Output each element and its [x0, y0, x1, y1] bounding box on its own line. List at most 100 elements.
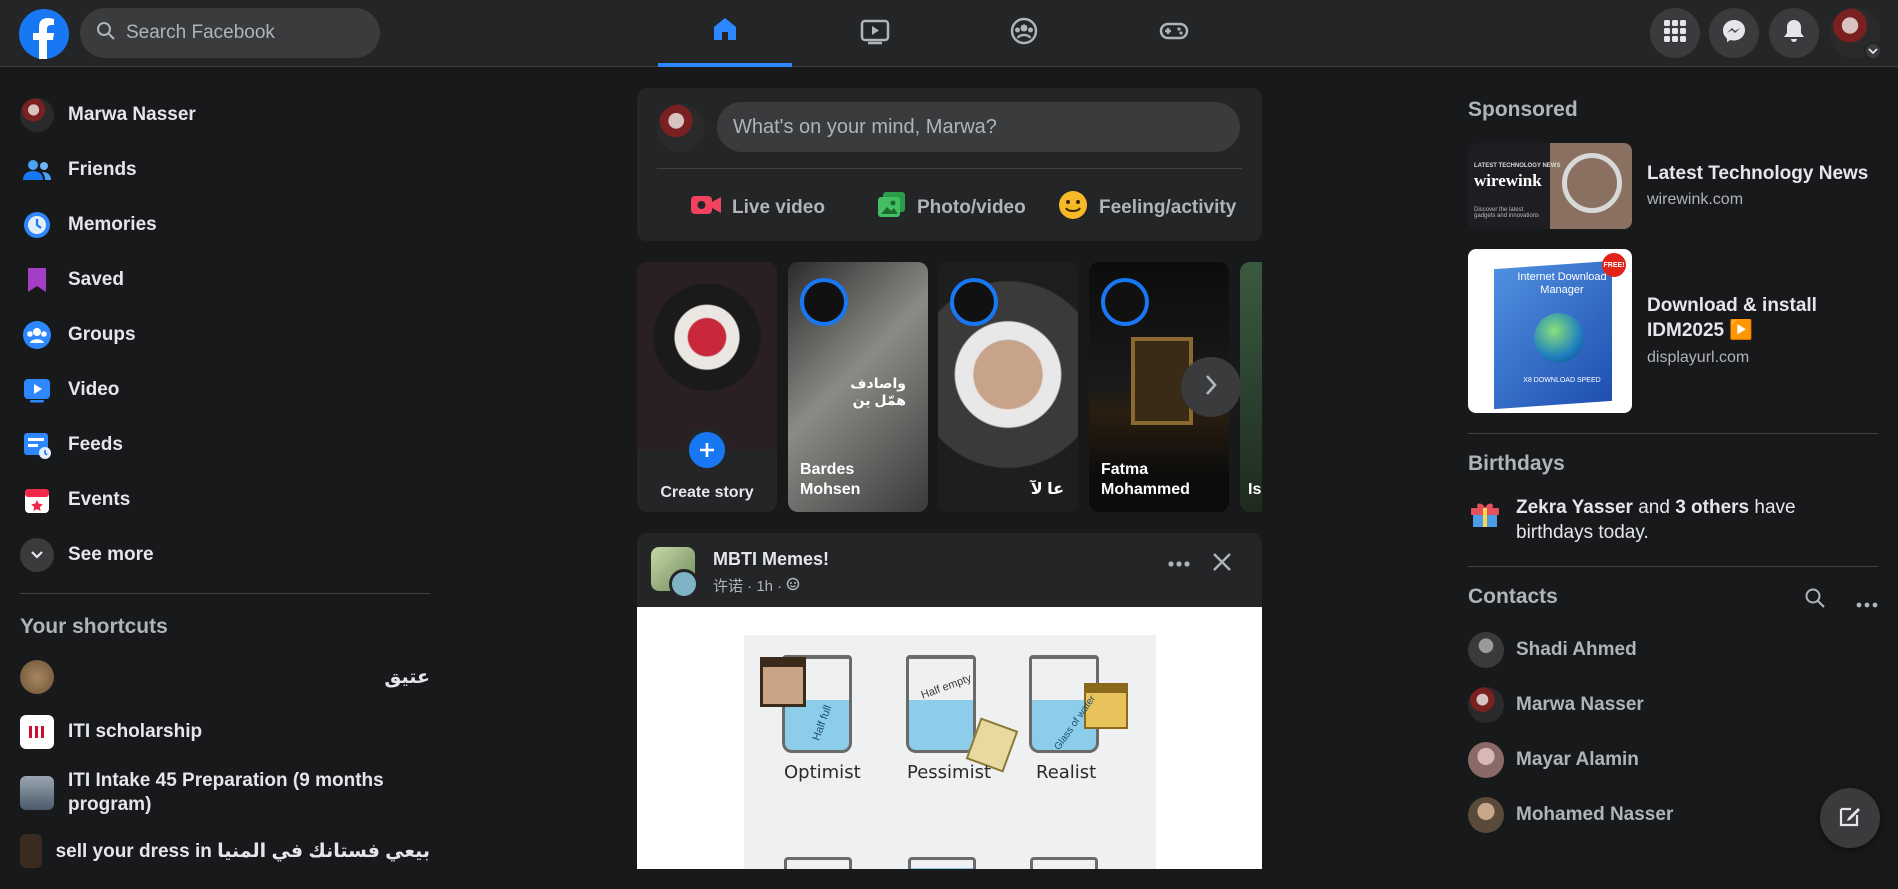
smiley-icon	[1057, 189, 1089, 227]
create-story-card[interactable]: Create story	[637, 262, 777, 512]
feed-post: MBTI Memes! 许诺 · 1h · Half full Half emp…	[637, 533, 1262, 869]
gaming-icon	[1158, 16, 1190, 51]
messenger-button[interactable]	[1709, 8, 1759, 58]
more-icon	[1167, 555, 1191, 572]
bookmark-icon	[20, 263, 54, 297]
ad-item[interactable]: Internet Download Manager X8 DOWNLOAD SP…	[1468, 249, 1867, 413]
right-divider	[1468, 566, 1878, 567]
contact-name: Shadi Ahmed	[1516, 639, 1637, 660]
ad-item[interactable]: LATEST TECHNOLOGY NEWS wirewink Discover…	[1468, 143, 1868, 229]
shortcut-item[interactable]: sell your dress in بيعي فستانك في المنيا	[20, 829, 430, 873]
sidebar-item-groups[interactable]: Groups	[20, 313, 136, 357]
shortcut-item[interactable]: ITI scholarship	[20, 710, 202, 754]
contact-item[interactable]: Mohamed Nasser	[1468, 793, 1673, 837]
live-video-icon	[690, 193, 722, 223]
shortcut-thumbnail	[20, 776, 54, 810]
sidebar-item-video[interactable]: Video	[20, 368, 119, 412]
free-badge: FREE!	[1602, 253, 1626, 277]
shortcut-thumbnail	[20, 834, 42, 868]
hide-post-button[interactable]	[1211, 551, 1233, 578]
see-more-button[interactable]: See more	[20, 533, 154, 577]
feeling-activity-button[interactable]: Feeling/activity	[1057, 186, 1236, 230]
live-video-button[interactable]: Live video	[690, 186, 825, 230]
tab-home[interactable]	[658, 0, 792, 67]
shortcut-label: ITI Intake 45 Preparation (9 months prog…	[68, 770, 384, 815]
tab-gaming[interactable]	[1107, 0, 1241, 67]
story-photo	[637, 262, 777, 450]
audience-icon	[786, 577, 800, 595]
sidebar-item-events[interactable]: Events	[20, 478, 130, 522]
sidebar-item-label: Groups	[68, 324, 136, 345]
shortcut-item[interactable]: ITI Intake 45 Preparation (9 months prog…	[20, 765, 430, 821]
ad-thumb-title: Internet Download Manager	[1517, 271, 1607, 296]
ad-thumb-sub: Discover the latest gadgets and innovati…	[1474, 207, 1540, 219]
sidebar-item-feeds[interactable]: Feeds	[20, 423, 123, 467]
action-label: Live video	[732, 197, 825, 218]
photo-video-button[interactable]: Photo/video	[877, 186, 1026, 230]
video-icon	[20, 373, 54, 407]
tab-video[interactable]	[808, 0, 942, 67]
meme-panel: Half full Half empty Glass of water Opti…	[744, 635, 1156, 869]
new-message-button[interactable]	[1820, 788, 1880, 848]
sidebar-item-label: Video	[68, 379, 120, 400]
ad-domain: wirewink.com	[1647, 191, 1744, 208]
notifications-button[interactable]	[1769, 8, 1819, 58]
sidebar-item-friends[interactable]: Friends	[20, 148, 137, 192]
search-bar[interactable]	[80, 8, 380, 58]
menu-button[interactable]	[1650, 8, 1700, 58]
calendar-icon	[20, 483, 54, 517]
account-button[interactable]	[1830, 8, 1882, 60]
contact-item[interactable]: Marwa Nasser	[1468, 683, 1644, 727]
shortcut-label: ITI scholarship	[68, 721, 203, 742]
profile-name: Marwa Nasser	[68, 104, 196, 125]
sidebar-item-profile[interactable]: Marwa Nasser	[20, 93, 196, 137]
groups-icon	[1009, 16, 1039, 51]
clock-icon	[20, 208, 54, 242]
contacts-search-button[interactable]	[1804, 587, 1826, 614]
birthday-notice[interactable]: Zekra Yasser and 3 others have birthdays…	[1468, 495, 1878, 545]
contacts-title: Contacts	[1468, 585, 1558, 608]
story-card[interactable]: Is	[1240, 262, 1262, 512]
glass-pessimist	[906, 655, 976, 753]
post-options-button[interactable]	[1167, 555, 1191, 573]
chevron-right-icon	[1204, 374, 1218, 401]
avatar	[950, 278, 998, 326]
post-group-name[interactable]: MBTI Memes!	[713, 549, 829, 570]
avatar	[1101, 278, 1149, 326]
story-author: عا لآ	[1030, 481, 1064, 498]
see-more-label: See more	[68, 544, 154, 565]
top-navigation-bar	[0, 0, 1898, 67]
facebook-logo-icon[interactable]	[19, 9, 69, 59]
avatar	[20, 98, 54, 132]
birthday-text: Zekra Yasser and 3 others have birthdays…	[1516, 495, 1876, 545]
avatar	[669, 569, 699, 599]
contact-name: Marwa Nasser	[1516, 694, 1644, 715]
glass-row-2	[1030, 857, 1098, 869]
chevron-down-icon	[1864, 42, 1882, 60]
ad-title: Download & install IDM2025 ▶️	[1647, 295, 1817, 341]
post-meta: 许诺 · 1h ·	[713, 575, 800, 596]
contact-item[interactable]: Shadi Ahmed	[1468, 628, 1637, 672]
ad-thumb-caption: LATEST TECHNOLOGY NEWS	[1474, 163, 1561, 169]
contacts-options-button[interactable]	[1856, 595, 1878, 613]
search-icon	[96, 21, 116, 46]
composer-input[interactable]: What's on your mind, Marwa?	[717, 102, 1240, 152]
avatar	[1468, 632, 1504, 668]
stories-next-button[interactable]	[1181, 357, 1241, 417]
messenger-icon	[1721, 18, 1747, 49]
meme-label: Optimist	[784, 762, 861, 783]
friends-icon	[20, 153, 54, 187]
contact-item[interactable]: Mayar Alamin	[1468, 738, 1639, 782]
search-input[interactable]	[126, 22, 356, 44]
story-overlay-text: واصادف همّل ين	[850, 375, 906, 408]
shortcut-item[interactable]: عتيق	[20, 655, 430, 699]
story-card[interactable]: واصادف همّل ين Bardes Mohsen	[788, 262, 928, 512]
tab-groups[interactable]	[957, 0, 1091, 67]
video-icon	[859, 16, 891, 51]
sidebar-item-label: Friends	[68, 159, 137, 180]
action-label: Feeling/activity	[1099, 197, 1237, 218]
sidebar-item-saved[interactable]: Saved	[20, 258, 124, 302]
sidebar-item-memories[interactable]: Memories	[20, 203, 157, 247]
chevron-down-icon	[20, 538, 54, 572]
story-card[interactable]: عا لآ	[938, 262, 1078, 512]
